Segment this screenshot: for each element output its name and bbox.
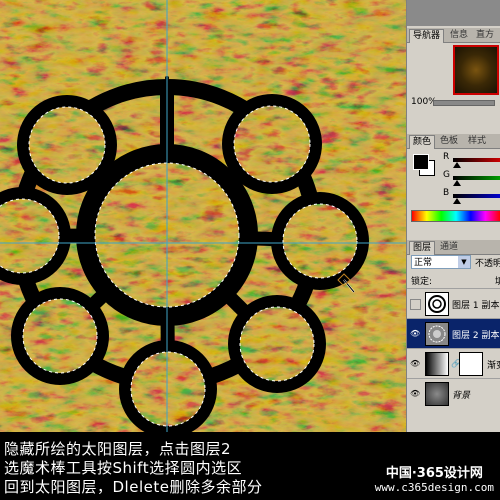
blend-mode-value: 正常	[414, 258, 433, 268]
caption-line-2: 选魔术棒工具按Shift选择圆内选区	[4, 459, 243, 477]
navigator-panel: 导航器 信息 直方 100%	[407, 28, 500, 108]
eye-icon[interactable]: 👁	[410, 389, 420, 398]
layer-name[interactable]: 图层 1 副本 7	[452, 298, 500, 311]
green-slider-thumb[interactable]	[453, 180, 461, 186]
tab-navigator[interactable]: 导航器	[409, 29, 445, 43]
layers-tabbar: 图层 通道	[407, 240, 500, 255]
blue-slider-thumb[interactable]	[453, 198, 461, 204]
caption-line-3: 回到太阳图层，Dlelete删除多余部分	[4, 478, 263, 496]
green-slider[interactable]: G	[443, 170, 500, 188]
layer-thumbnail-circles	[425, 322, 449, 346]
green-slider-label: G	[443, 170, 450, 180]
site-watermark: 中国·365设计网 www.c365design.com	[375, 462, 494, 494]
layer-name[interactable]: 图层 2 副本 8	[452, 328, 500, 341]
color-spectrum-ramp[interactable]	[411, 210, 500, 222]
navigator-tabbar: 导航器 信息 直方	[407, 28, 500, 43]
caption-line-1: 隐藏所绘的太阳图层，点击图层2	[4, 440, 232, 458]
eye-icon[interactable]: 👁	[410, 359, 420, 368]
layer-name[interactable]: 背景	[452, 388, 470, 401]
blue-slider[interactable]: B	[443, 188, 500, 206]
color-panel: 颜色 色板 样式 R G B	[407, 134, 500, 226]
tab-info[interactable]: 信息	[447, 29, 471, 42]
artwork	[0, 0, 410, 432]
opacity-label: 不透明	[475, 259, 500, 269]
document-canvas[interactable]	[0, 0, 410, 432]
blend-mode-select[interactable]: 正常 ▼	[411, 255, 471, 269]
chevron-down-icon[interactable]: ▼	[458, 256, 470, 268]
watermark-url: www.c365design.com	[374, 481, 494, 494]
fill-label: 填	[495, 274, 500, 287]
red-slider[interactable]: R	[443, 152, 500, 170]
navigator-zoom-slider[interactable]	[433, 100, 495, 106]
layer-row-sun-copy-7[interactable]: 图层 1 副本 7	[407, 288, 500, 319]
tab-layers[interactable]: 图层	[409, 241, 436, 255]
layer-thumbnail-sun	[425, 292, 449, 316]
navigator-thumbnail[interactable]	[453, 45, 499, 95]
layer-mask-thumbnail[interactable]	[459, 352, 483, 376]
tab-channels[interactable]: 通道	[437, 241, 461, 254]
layer-row-layer2-copy-8[interactable]: 👁 图层 2 副本 8	[407, 318, 500, 349]
lock-label: 锁定:	[411, 277, 433, 287]
eye-icon[interactable]: 👁	[410, 329, 420, 338]
tab-color[interactable]: 颜色	[409, 135, 436, 149]
adjustment-thumbnail	[425, 352, 449, 376]
layers-panel: 图层 通道 正常 ▼ 不透明 锁定: 填 图层 1 副本 7 👁 图层 2 副本…	[407, 240, 500, 432]
color-tabbar: 颜色 色板 样式	[407, 134, 500, 149]
red-slider-thumb[interactable]	[453, 162, 461, 168]
tab-styles[interactable]: 样式	[465, 135, 489, 148]
layer-row-background[interactable]: 👁 背景	[407, 378, 500, 409]
red-slider-label: R	[443, 152, 450, 162]
dock-top-strip	[407, 0, 500, 26]
foreground-color-swatch[interactable]	[413, 154, 429, 170]
layer-name[interactable]: 渐变	[487, 358, 500, 371]
palette-dock: 导航器 信息 直方 100% 颜色 色板 样式 R G B 图层 通道 正常 ▼…	[406, 0, 500, 432]
tab-swatches[interactable]: 色板	[437, 135, 461, 148]
background-thumbnail	[425, 382, 449, 406]
blue-slider-label: B	[443, 188, 450, 198]
visibility-toggle-icon[interactable]	[410, 299, 421, 310]
layer-row-gradient[interactable]: 👁 🔗 渐变	[407, 348, 500, 379]
tab-histogram[interactable]: 直方	[473, 29, 497, 42]
watermark-title: 中国·365设计网	[385, 466, 483, 481]
